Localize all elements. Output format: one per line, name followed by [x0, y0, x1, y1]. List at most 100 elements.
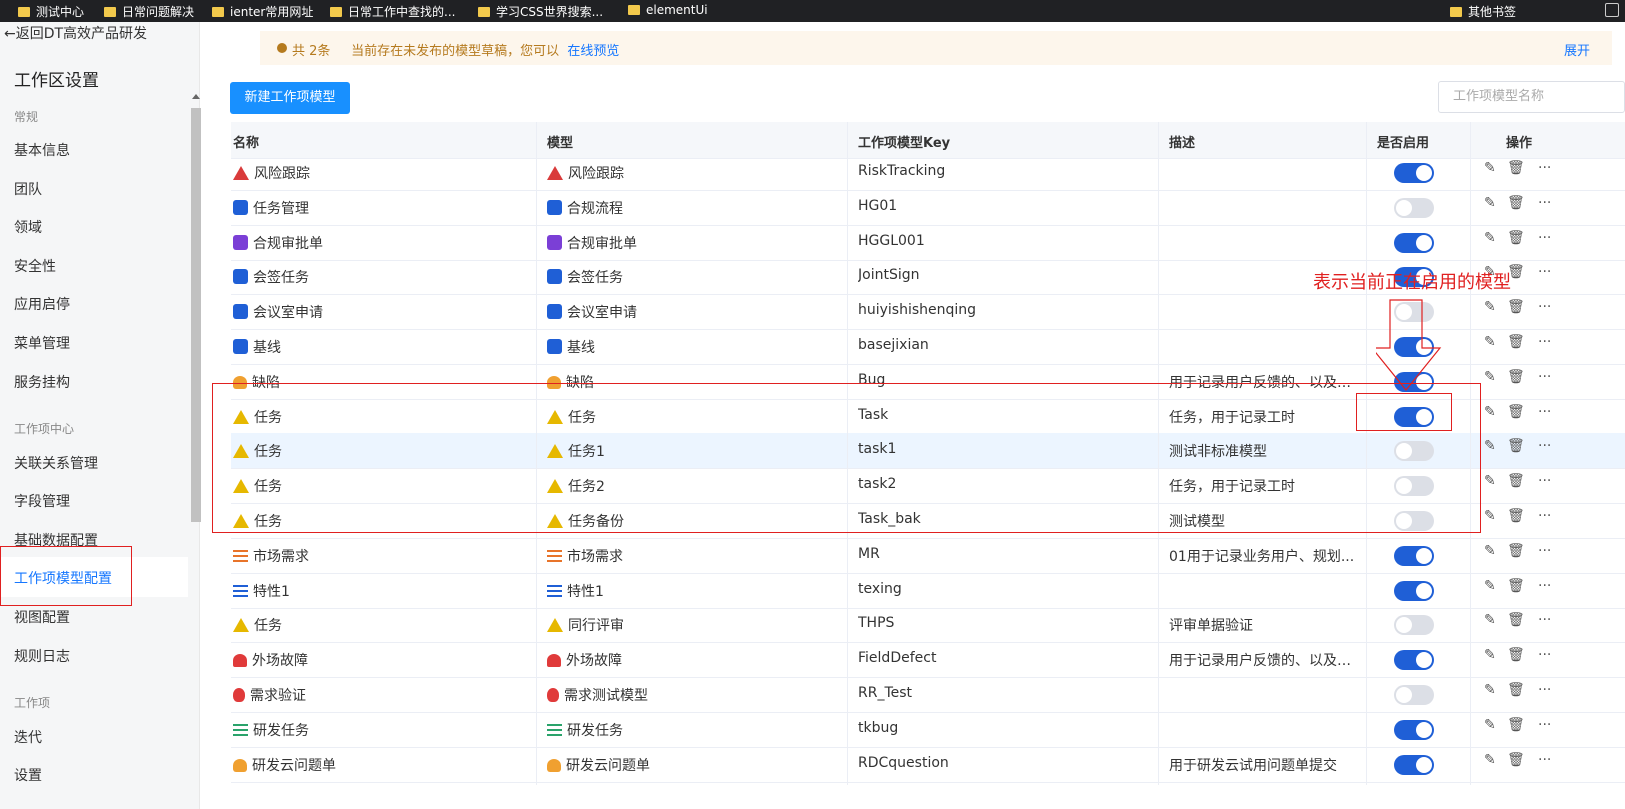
search-input[interactable]: 工作项模型名称: [1438, 81, 1625, 113]
more-icon[interactable]: ···: [1538, 195, 1551, 211]
sidebar-item-menu-management[interactable]: 菜单管理: [14, 333, 70, 353]
sidebar-item-relations[interactable]: 关联关系管理: [14, 453, 98, 473]
delete-icon[interactable]: 🗑: [1507, 543, 1525, 559]
edit-icon[interactable]: ✎: [1484, 230, 1496, 246]
more-icon[interactable]: ···: [1538, 264, 1551, 280]
scroll-up-icon[interactable]: [192, 94, 200, 99]
edit-icon[interactable]: ✎: [1484, 578, 1496, 594]
edit-blue-icon: [547, 339, 562, 354]
more-icon[interactable]: ···: [1538, 473, 1551, 489]
edit-icon[interactable]: ✎: [1484, 717, 1496, 733]
bookmark-bar: 测试中心 日常问题解决 ienter常用网址 日常工作中查找的... 学习CSS…: [0, 0, 1625, 22]
sidebar-item-fields[interactable]: 字段管理: [14, 491, 70, 511]
cell-key: huiyishishenqing: [858, 302, 977, 319]
expand-link[interactable]: 展开: [1564, 40, 1590, 59]
bookmark-folder[interactable]: 测试中心: [18, 3, 84, 20]
more-icon[interactable]: ···: [1538, 647, 1551, 663]
delete-icon[interactable]: 🗑: [1507, 508, 1525, 524]
folder-icon: [212, 6, 224, 17]
edit-icon[interactable]: ✎: [1484, 160, 1496, 176]
edit-icon[interactable]: ✎: [1484, 612, 1496, 628]
sidebar-item-view-config[interactable]: 视图配置: [14, 607, 70, 627]
warning-yellow-icon: [547, 618, 563, 633]
edit-icon[interactable]: ✎: [1484, 404, 1496, 420]
sidebar-item-iteration[interactable]: 迭代: [14, 727, 42, 747]
more-icon[interactable]: ···: [1538, 160, 1551, 176]
delete-icon[interactable]: 🗑: [1507, 647, 1525, 663]
sidebar-item-settings[interactable]: 设置: [14, 765, 42, 785]
edit-icon[interactable]: ✎: [1484, 369, 1496, 385]
sidebar-item-service-mount[interactable]: 服务挂构: [14, 372, 70, 392]
edit-icon[interactable]: ✎: [1484, 752, 1496, 768]
more-icon[interactable]: ···: [1538, 404, 1551, 420]
header-actions: 操作: [1506, 136, 1533, 151]
more-icon[interactable]: ···: [1538, 543, 1551, 559]
bookmark-folder[interactable]: 学习CSS世界搜索...: [478, 3, 603, 20]
edit-icon[interactable]: ✎: [1484, 438, 1496, 454]
more-icon[interactable]: ···: [1538, 508, 1551, 524]
delete-icon[interactable]: 🗑: [1507, 230, 1525, 246]
enable-switch[interactable]: [1394, 754, 1434, 775]
back-link[interactable]: ←返回DT高效产品研发: [4, 23, 147, 43]
sidebar-item-team[interactable]: 团队: [14, 179, 42, 199]
delete-icon[interactable]: 🗑: [1507, 438, 1525, 454]
delete-icon[interactable]: 🗑: [1507, 195, 1525, 211]
more-icon[interactable]: ···: [1538, 612, 1551, 628]
sidebar-item-rule-log[interactable]: 规则日志: [14, 646, 70, 666]
edit-blue-icon: [547, 199, 562, 215]
delete-icon[interactable]: 🗑: [1507, 160, 1525, 176]
delete-icon[interactable]: 🗑: [1507, 578, 1525, 594]
delete-icon[interactable]: 🗑: [1507, 404, 1525, 420]
edit-icon[interactable]: ✎: [1484, 543, 1496, 559]
edit-icon[interactable]: ✎: [1484, 299, 1496, 315]
edit-icon[interactable]: ✎: [1484, 334, 1496, 350]
enable-switch[interactable]: [1394, 580, 1434, 601]
more-icon[interactable]: ···: [1538, 682, 1551, 698]
more-icon[interactable]: ···: [1538, 578, 1551, 594]
bookmark-other[interactable]: 其他书签: [1450, 3, 1516, 20]
more-icon[interactable]: ···: [1538, 299, 1551, 315]
sidebar-item-domain[interactable]: 领域: [14, 217, 42, 237]
new-model-button[interactable]: 新建工作项模型: [230, 82, 350, 114]
bookmark-folder[interactable]: 日常工作中查找的...: [330, 3, 455, 20]
delete-icon[interactable]: 🗑: [1507, 717, 1525, 733]
enable-switch[interactable]: [1394, 545, 1434, 566]
sidebar-item-basic-info[interactable]: 基本信息: [14, 140, 70, 160]
edit-icon[interactable]: ✎: [1484, 473, 1496, 489]
sidebar-item-security[interactable]: 安全性: [14, 256, 56, 276]
enable-switch[interactable]: [1394, 650, 1434, 671]
enable-switch[interactable]: [1394, 719, 1434, 740]
edit-icon[interactable]: ✎: [1484, 682, 1496, 698]
more-icon[interactable]: ···: [1538, 230, 1551, 246]
edit-icon[interactable]: ✎: [1484, 508, 1496, 524]
bookmark-folder[interactable]: 日常问题解决: [104, 3, 194, 20]
more-icon[interactable]: ···: [1538, 752, 1551, 768]
edit-icon[interactable]: ✎: [1484, 647, 1496, 663]
cell-key: basejixian: [858, 337, 929, 353]
enable-switch[interactable]: [1394, 232, 1434, 253]
bookmark-folder[interactable]: ienter常用网址: [212, 3, 313, 20]
more-icon[interactable]: ···: [1538, 369, 1551, 385]
delete-icon[interactable]: 🗑: [1507, 299, 1525, 315]
enable-switch[interactable]: [1394, 197, 1434, 218]
cell-name: 研发任务: [233, 720, 533, 740]
bookmark-folder[interactable]: elementUi: [628, 3, 708, 17]
sidebar-item-app-toggle[interactable]: 应用启停: [14, 294, 70, 314]
delete-icon[interactable]: 🗑: [1507, 612, 1525, 628]
enable-switch[interactable]: [1394, 615, 1434, 636]
preview-link[interactable]: 在线预览: [567, 44, 619, 59]
delete-icon[interactable]: 🗑: [1507, 682, 1525, 698]
enable-switch[interactable]: [1394, 685, 1434, 705]
delete-icon[interactable]: 🗑: [1507, 369, 1525, 385]
enable-switch[interactable]: [1394, 163, 1434, 183]
sidebar-scrollbar[interactable]: [191, 108, 201, 522]
more-icon[interactable]: ···: [1538, 717, 1551, 733]
edit-icon[interactable]: ✎: [1484, 195, 1496, 211]
delete-icon[interactable]: 🗑: [1507, 752, 1525, 768]
delete-icon[interactable]: 🗑: [1507, 334, 1525, 350]
table-header: 名称 模型 工作项模型Key 描述 是否启用 操作: [231, 122, 1625, 159]
reading-list-icon[interactable]: [1605, 3, 1619, 17]
delete-icon[interactable]: 🗑: [1507, 473, 1525, 489]
more-icon[interactable]: ···: [1538, 334, 1551, 350]
more-icon[interactable]: ···: [1538, 438, 1551, 454]
